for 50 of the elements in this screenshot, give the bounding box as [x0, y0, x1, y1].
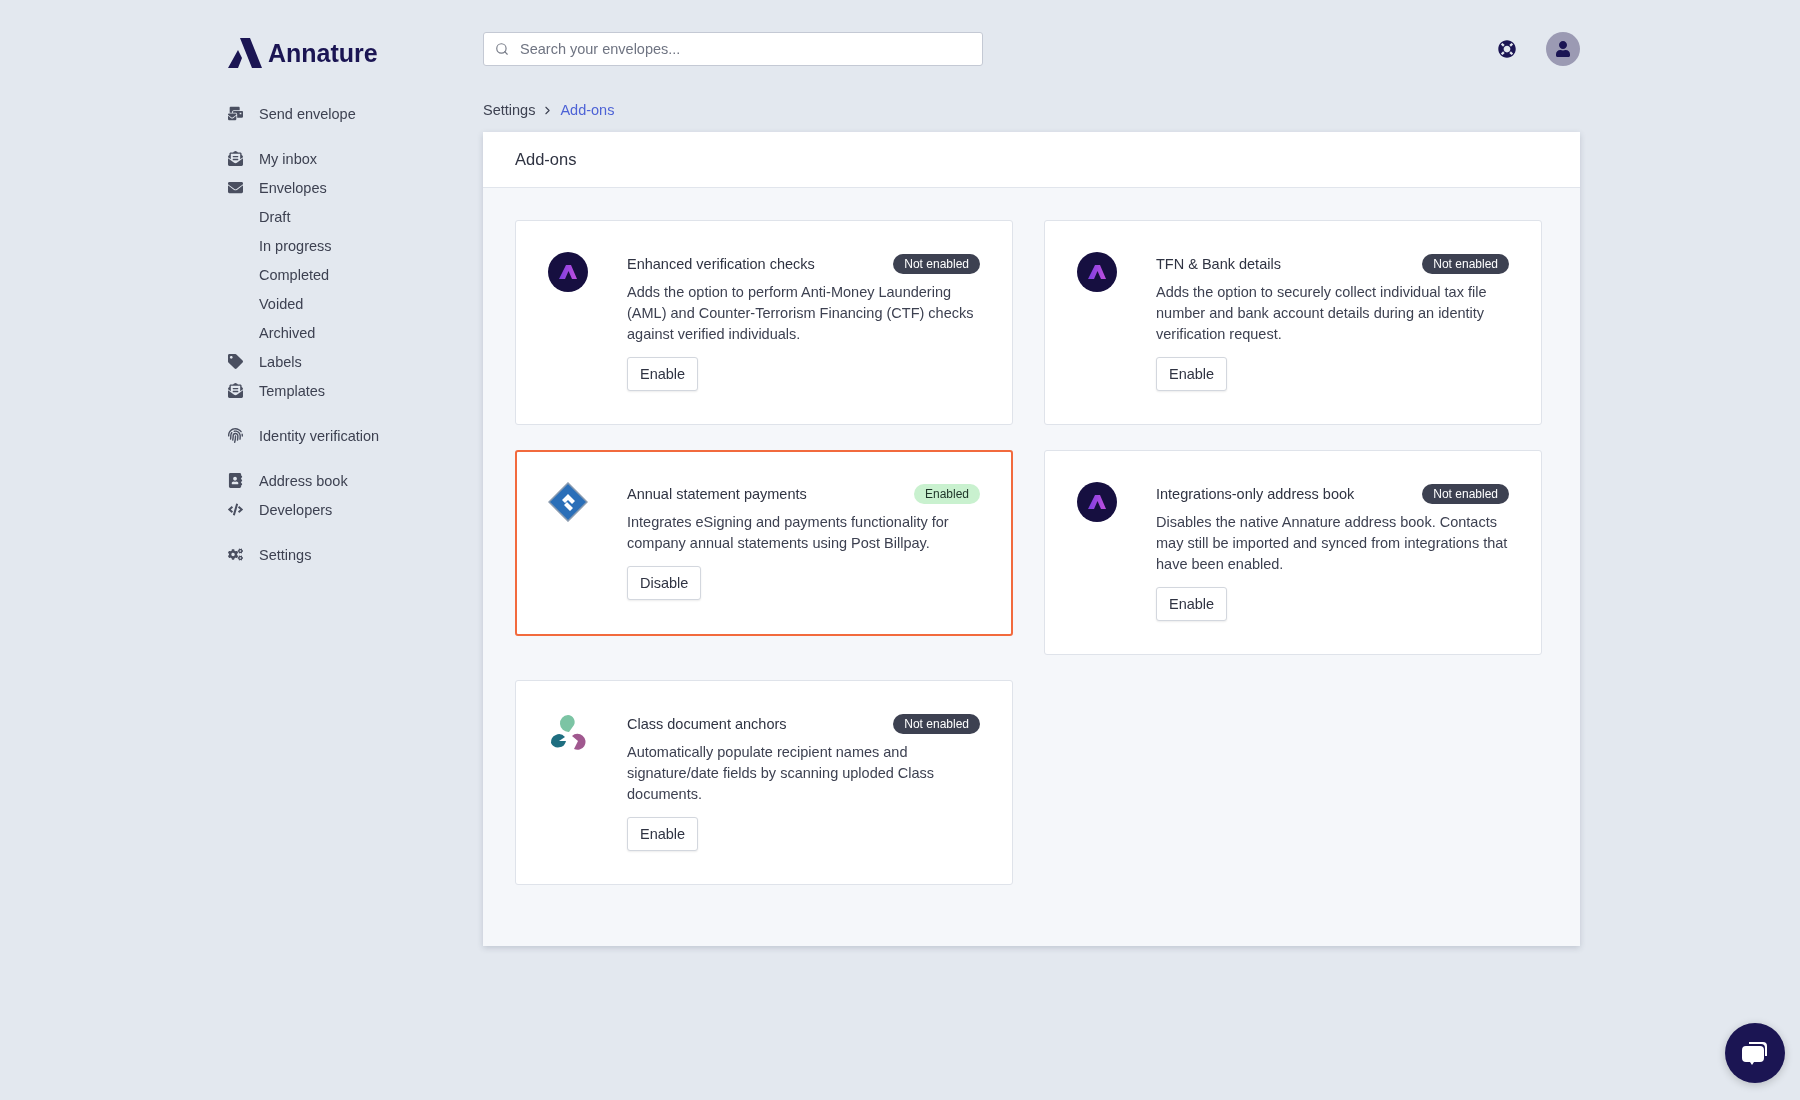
rings-logo-icon — [548, 712, 588, 752]
addon-description: Automatically populate recipient names and signature/date fields by scanning uploded Class documents. — [627, 743, 936, 804]
addon-description: Adds the option to perform Anti-Money Laundering (AML) and Counter-Terrorism Financing (CTF) checks against verified individuals. — [627, 283, 975, 344]
logo-mark-icon — [228, 38, 262, 68]
sidebar-item[interactable]: Address book — [228, 466, 483, 495]
sidebar-subitem[interactable]: Draft — [228, 202, 483, 231]
addon-title: Enhanced verification checks — [627, 256, 815, 272]
toggle-button[interactable]: Enable — [627, 817, 699, 851]
search-icon — [495, 42, 509, 56]
addon-title: TFN & Bank details — [1156, 256, 1281, 272]
a-logo-icon — [1077, 482, 1117, 522]
panel-title: Add-ons — [483, 132, 1580, 188]
addon-title: Integrations-only address book — [1156, 486, 1355, 502]
status-badge: Not enabled — [893, 254, 980, 274]
chat-bubbles-icon — [1741, 1040, 1769, 1066]
life-ring-icon[interactable] — [1498, 40, 1516, 58]
sidebar-item[interactable]: Envelopes — [228, 173, 483, 202]
status-badge: Not enabled — [1422, 254, 1509, 274]
addon-title: Annual statement payments — [627, 486, 807, 502]
addon-description: Disables the native Annature address book. Contacts may still be imported and synced from integrations that have been enabled. — [1156, 513, 1509, 574]
sidebar-item[interactable]: Developers — [228, 495, 483, 524]
addon-title: Class document anchors — [627, 716, 787, 732]
breadcrumb-link[interactable]: Add-ons — [560, 102, 615, 118]
a-logo-icon — [1077, 252, 1117, 292]
toggle-button[interactable]: Disable — [627, 566, 702, 600]
sidebar-subitem[interactable]: Voided — [228, 289, 483, 318]
addon-description: Integrates eSigning and payments functionality for company annual statements using Post Billpay. — [627, 513, 950, 553]
sidebar-item[interactable]: Identity verification — [228, 421, 483, 450]
diamond-logo-icon — [548, 482, 588, 522]
breadcrumb-link[interactable]: Settings — [483, 102, 536, 118]
toggle-button[interactable]: Enable — [627, 357, 699, 391]
sidebar-subitem[interactable]: In progress — [228, 231, 483, 260]
status-badge: Not enabled — [893, 714, 980, 734]
sidebar-item[interactable]: Send envelope — [228, 99, 483, 128]
status-badge: Not enabled — [1422, 484, 1509, 504]
chat-button[interactable] — [1725, 1023, 1785, 1083]
a-logo-icon — [548, 252, 588, 292]
sidebar-item[interactable]: Labels — [228, 347, 483, 376]
sidebar-item[interactable]: Settings — [228, 540, 483, 569]
sidebar-item[interactable]: Templates — [228, 376, 483, 405]
sidebar-item[interactable]: My inbox — [228, 144, 483, 173]
toggle-button[interactable]: Enable — [1156, 587, 1228, 621]
addon-description: Adds the option to securely collect individual tax file number and bank account details during an identity verification request. — [1156, 283, 1488, 344]
sidebar-subitem[interactable]: Archived — [228, 318, 483, 347]
status-badge: Enabled — [913, 484, 980, 504]
brand-name: Annature — [268, 38, 378, 68]
sidebar-subitem[interactable]: Completed — [228, 260, 483, 289]
search-field[interactable]: Search your envelopes... — [483, 32, 983, 66]
toggle-button[interactable]: Enable — [1156, 357, 1228, 391]
avatar[interactable] — [1546, 32, 1580, 66]
